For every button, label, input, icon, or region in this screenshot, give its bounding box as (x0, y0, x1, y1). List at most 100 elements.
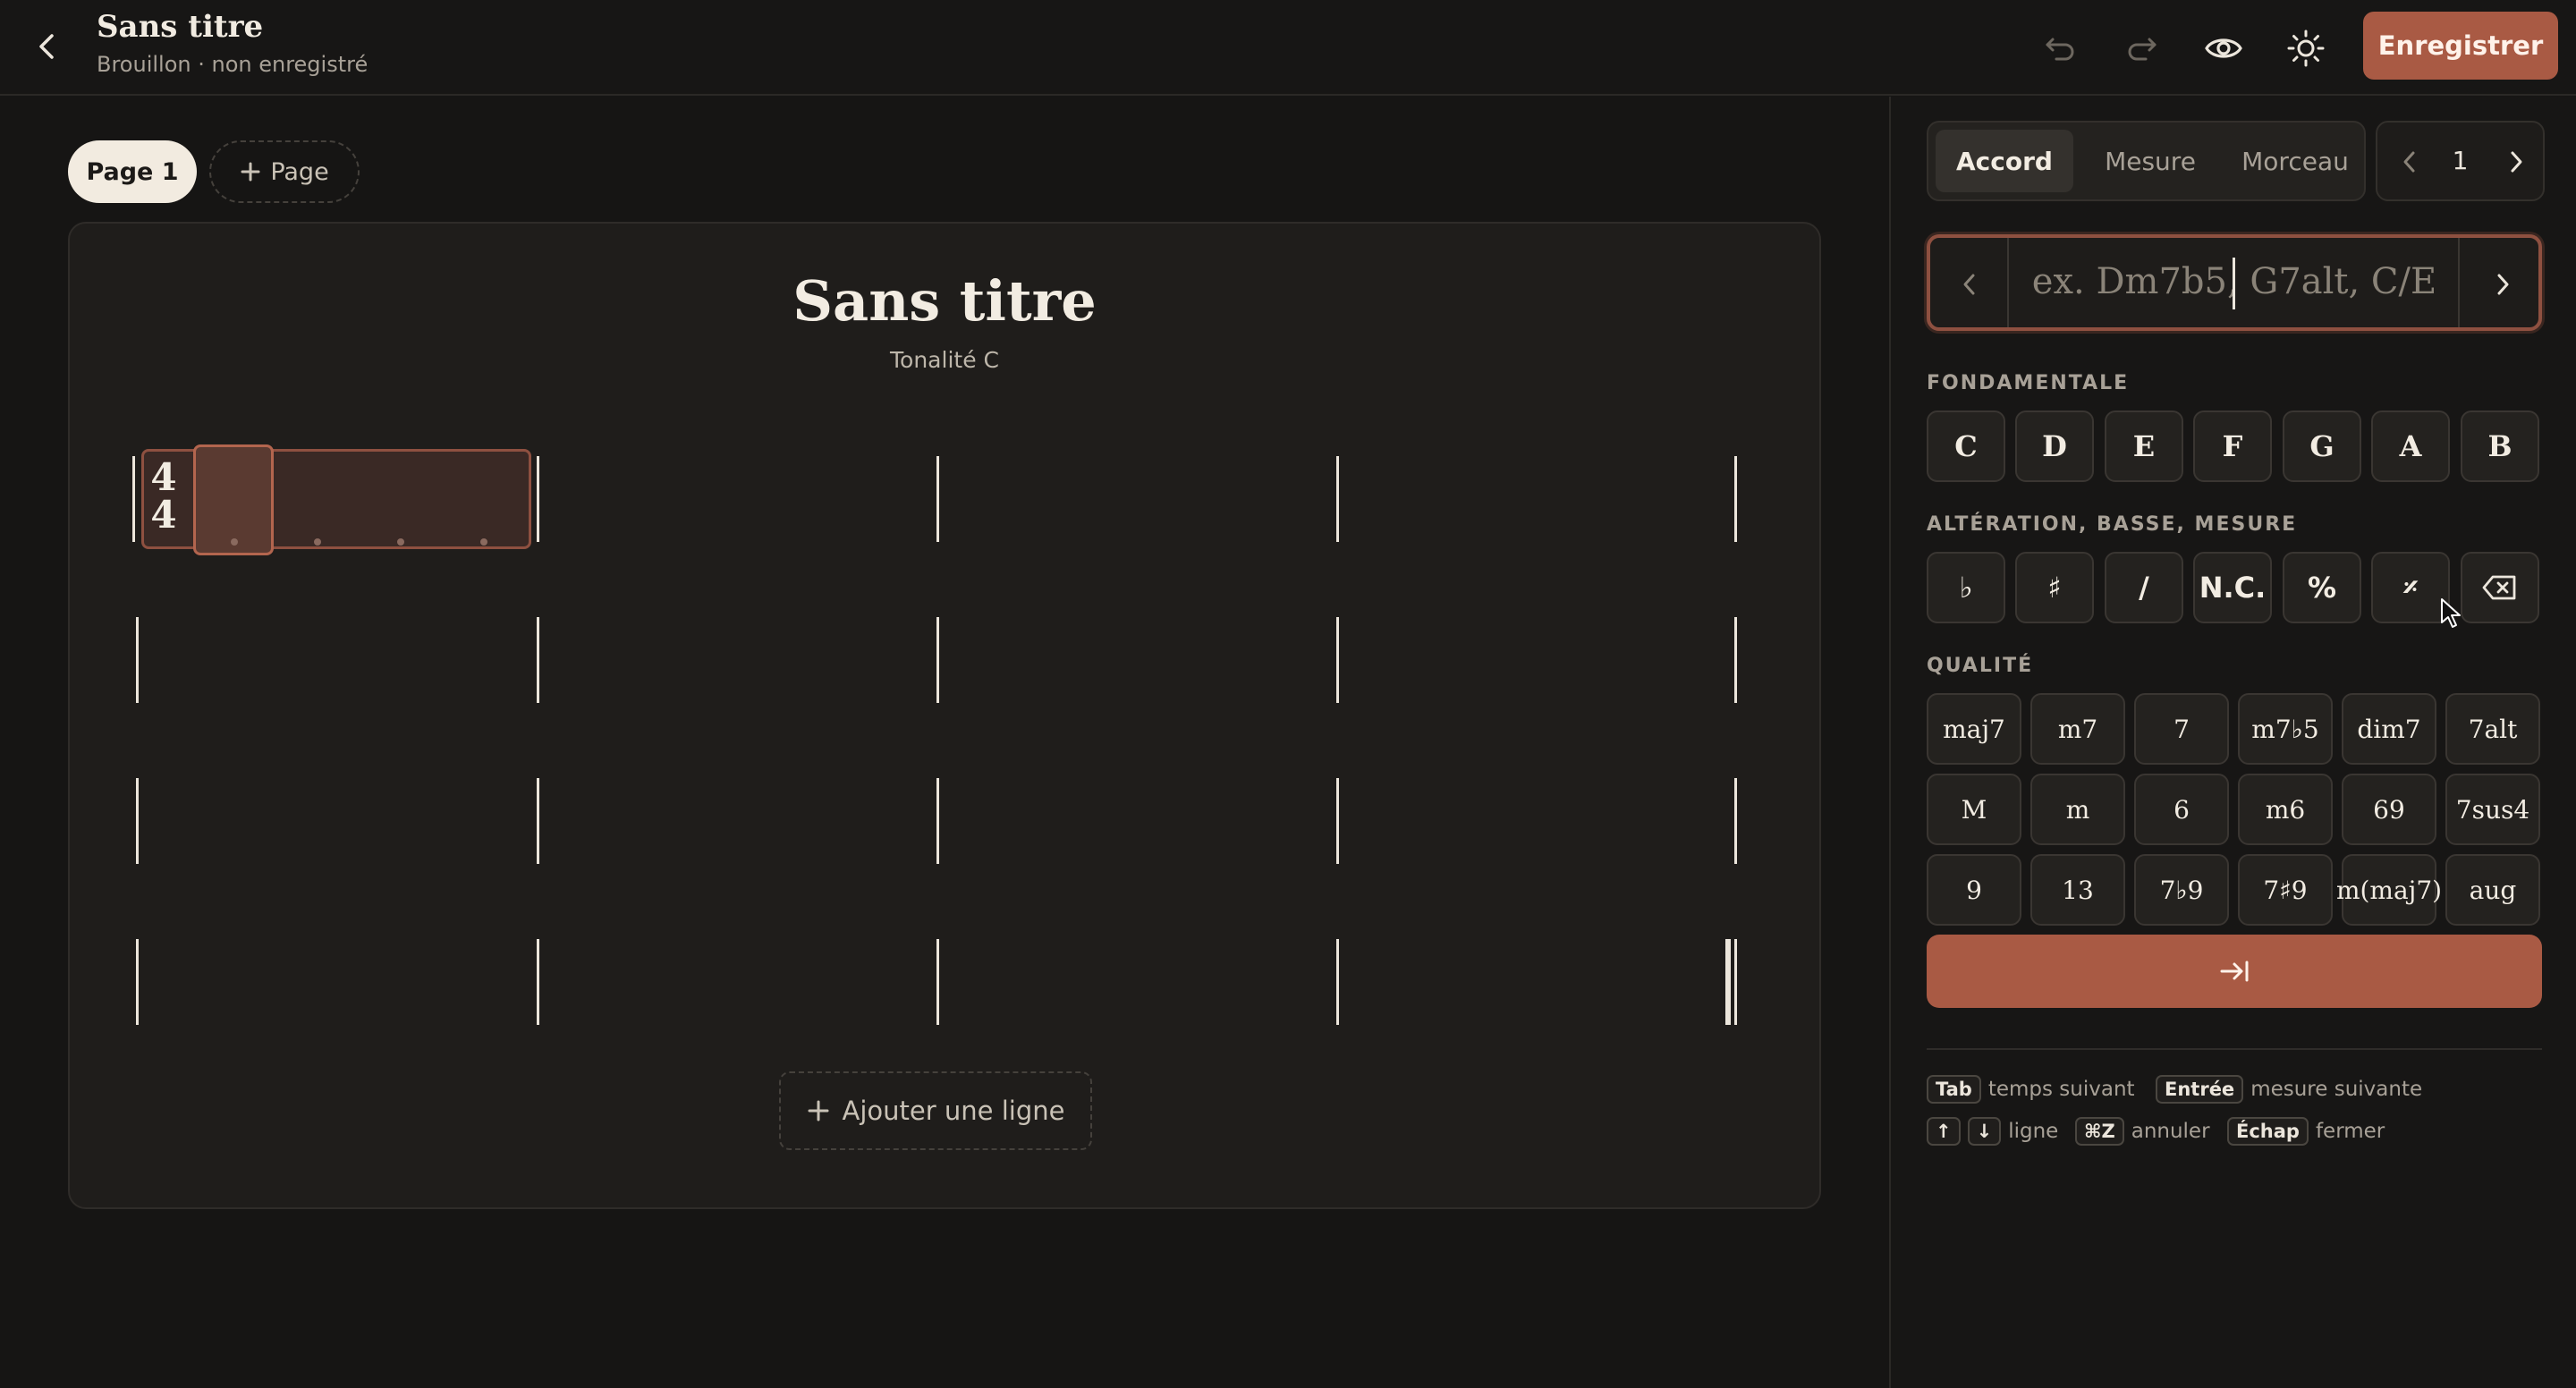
score-sheet: Sans titre Tonalité C 4 4 Ajouter une li… (68, 222, 1821, 1209)
quality-key-1-1[interactable]: m (2030, 774, 2125, 845)
alteration-key-3[interactable]: N.C. (2193, 552, 2272, 623)
beat-dot[interactable] (231, 538, 238, 546)
backspace-button[interactable] (2461, 552, 2539, 623)
shortcut-label: annuler (2131, 1120, 2210, 1143)
quality-key-0-3[interactable]: m7♭5 (2238, 693, 2333, 765)
barline (936, 939, 939, 1025)
shortcut-label: temps suivant (1987, 1078, 2135, 1101)
beat-dot[interactable] (314, 538, 321, 546)
redo-button[interactable] (2119, 25, 2165, 72)
redo-icon (2128, 38, 2157, 61)
root-key-4[interactable]: G (2283, 410, 2361, 482)
score-title: Sans titre (792, 268, 1097, 334)
root-key-0[interactable]: C (1927, 410, 2005, 482)
barline (132, 456, 135, 542)
root-key-2[interactable]: E (2105, 410, 2183, 482)
add-line-button[interactable]: Ajouter une ligne (779, 1071, 1092, 1150)
alteration-key-0[interactable]: ♭ (1927, 552, 2005, 623)
chevron-left-icon (39, 34, 54, 59)
shortcut-label: fermer (2315, 1120, 2385, 1143)
tab-morceau[interactable]: Morceau (2224, 130, 2367, 192)
tab-accord[interactable]: Accord (1936, 130, 2073, 192)
quality-key-1-0[interactable]: M (1927, 774, 2021, 845)
beat-dot[interactable] (480, 538, 487, 546)
shortcut-hint: ↑ ↓ ligne (1927, 1117, 2058, 1146)
back-button[interactable] (27, 27, 66, 66)
quality-key-0-4[interactable]: dim7 (2342, 693, 2436, 765)
root-key-1[interactable]: D (2015, 410, 2094, 482)
chevron-right-icon[interactable] (2494, 272, 2512, 297)
kbd-key: Entrée (2156, 1075, 2244, 1104)
add-page-button[interactable]: Page (209, 140, 360, 203)
undo-button[interactable] (2037, 25, 2083, 72)
quality-key-1-4[interactable]: 69 (2342, 774, 2436, 845)
root-key-5[interactable]: A (2371, 410, 2450, 482)
root-key-6[interactable]: B (2461, 410, 2539, 482)
mode-segmented-control: Accord Mesure Morceau (1927, 121, 2366, 201)
kbd-key: Échap (2227, 1117, 2309, 1146)
barline (1336, 456, 1339, 542)
alteration-key-4[interactable]: % (2283, 552, 2361, 623)
theme-toggle-button[interactable] (2283, 25, 2329, 72)
tab-mesure[interactable]: Mesure (2079, 130, 2222, 192)
text-caret (2233, 258, 2235, 309)
shortcut-hint: ⌘Z annuler (2075, 1117, 2210, 1146)
quality-key-2-3[interactable]: 7♯9 (2238, 854, 2333, 926)
chord-input[interactable]: ex. Dm7b5, G7alt, C/E (1927, 234, 2542, 331)
divider (2458, 238, 2460, 327)
chevron-left-icon[interactable] (1961, 272, 1979, 297)
preview-button[interactable] (2200, 25, 2247, 72)
beat-dot[interactable] (397, 538, 404, 546)
tab-page-1[interactable]: Page 1 (68, 140, 197, 203)
plus-icon (241, 162, 260, 182)
quality-key-2-1[interactable]: 13 (2030, 854, 2125, 926)
quality-key-2-4[interactable]: m(maj7) (2336, 854, 2442, 926)
score-key: Tonalité C (890, 347, 999, 373)
time-signature-top: 4 (150, 455, 177, 499)
next-beat-button[interactable] (1927, 935, 2542, 1008)
section-label-root: FONDAMENTALE (1927, 372, 2130, 394)
mouse-cursor-icon (2441, 598, 2461, 628)
alteration-key-5[interactable]: 𝄎 (2371, 552, 2450, 623)
barline (1734, 778, 1737, 864)
time-signature[interactable]: 4 4 (150, 459, 177, 534)
chevron-right-icon[interactable] (2507, 149, 2525, 174)
kbd-key: ⌘Z (2075, 1117, 2124, 1146)
quality-key-1-5[interactable]: 7sus4 (2445, 774, 2540, 845)
section-label-quality: QUALITÉ (1927, 655, 2034, 677)
section-label-alteration: ALTÉRATION, BASSE, MESURE (1927, 513, 2298, 536)
undo-icon (2046, 38, 2074, 61)
alteration-key-2[interactable]: / (2105, 552, 2183, 623)
barline (1336, 939, 1339, 1025)
quality-key-2-5[interactable]: aug (2445, 854, 2540, 926)
save-button[interactable]: Enregistrer (2363, 12, 2558, 80)
quality-key-0-0[interactable]: maj7 (1927, 693, 2021, 765)
arrow-to-end-icon (2220, 961, 2249, 982)
alteration-key-1[interactable]: ♯ (2015, 552, 2094, 623)
barline (537, 617, 539, 703)
add-page-label: Page (270, 157, 329, 186)
barline (537, 456, 539, 542)
quality-key-2-0[interactable]: 9 (1927, 854, 2021, 926)
quality-key-2-2[interactable]: 7♭9 (2134, 854, 2229, 926)
document-status: Brouillon · non enregistré (97, 52, 369, 77)
quality-key-1-2[interactable]: 6 (2134, 774, 2229, 845)
quality-key-1-3[interactable]: m6 (2238, 774, 2333, 845)
barline (1734, 939, 1737, 1025)
quality-key-0-1[interactable]: m7 (2030, 693, 2125, 765)
quality-key-0-2[interactable]: 7 (2134, 693, 2229, 765)
shortcut-hint: Tab temps suivant (1927, 1075, 2135, 1104)
top-bar: Sans titre Brouillon · non enregistré En… (0, 0, 2576, 96)
page-stepper: 1 (2376, 121, 2545, 201)
divider (2007, 238, 2009, 327)
root-key-3[interactable]: F (2193, 410, 2272, 482)
barline (1725, 939, 1731, 1025)
quality-key-0-5[interactable]: 7alt (2445, 693, 2540, 765)
barline (1336, 778, 1339, 864)
barline (1734, 456, 1737, 542)
barline (537, 778, 539, 864)
kbd-key: ↑ (1927, 1117, 1961, 1146)
shortcut-label: ligne (2008, 1120, 2059, 1143)
barline (936, 617, 939, 703)
barline (936, 778, 939, 864)
